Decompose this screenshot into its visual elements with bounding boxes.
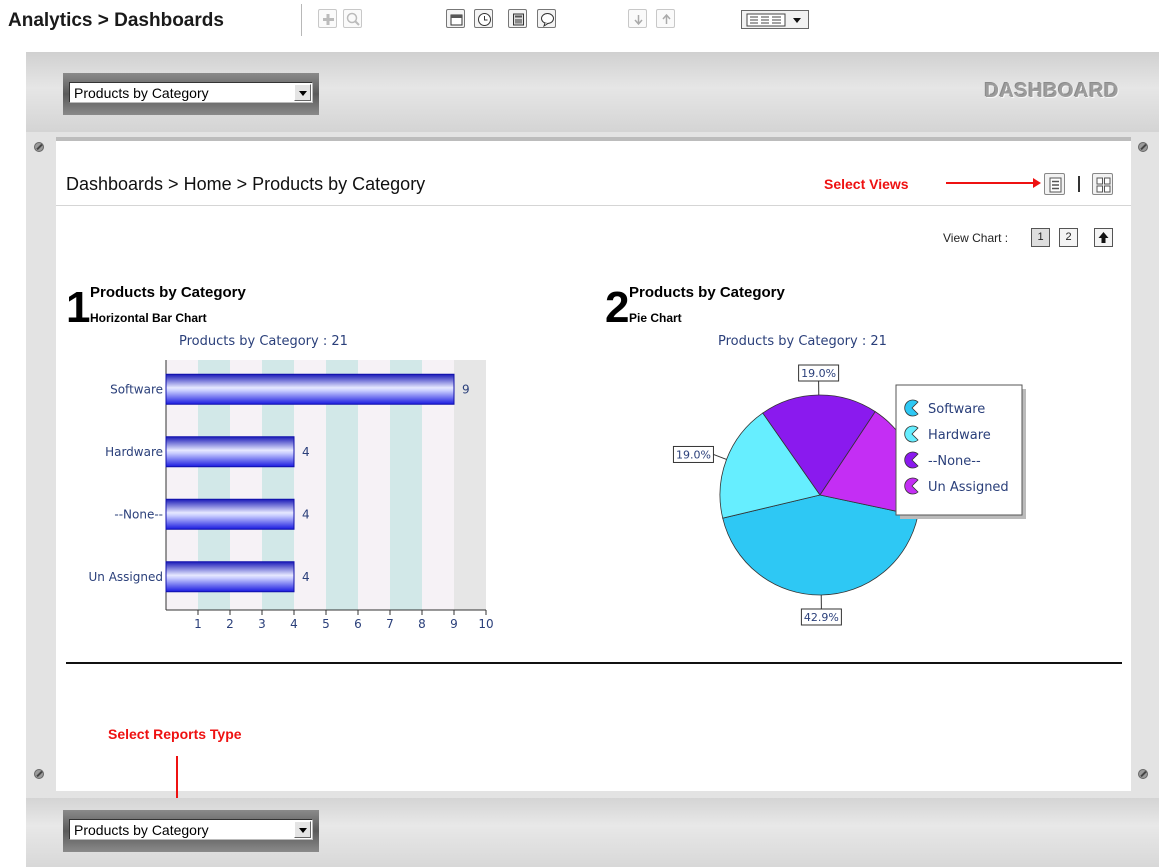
bar [165,561,295,593]
screw-icon [34,142,44,152]
bar-value-label: 4 [302,570,310,584]
bar [165,373,455,405]
bar-value-label: 4 [302,507,310,521]
chart-1-title: Products by Category [90,284,246,301]
app-title: Analytics > Dashboards [8,10,224,31]
screw-icon [1138,142,1148,152]
x-tick-label: 7 [386,617,394,631]
section-divider [66,662,1122,664]
category-label: Un Assigned [89,570,163,584]
x-tick-label: 6 [354,617,362,631]
bar-chart-title: Products by Category : 21 [179,334,348,349]
calculator-icon[interactable] [508,9,527,28]
select-reports-annotation: Select Reports Type [108,726,242,742]
category-label: Software [110,382,163,396]
comment-icon[interactable] [537,9,556,28]
pie-label: 19.0% [801,367,836,380]
screw-icon [1138,769,1148,779]
chart-2-title: Products by Category [629,284,785,301]
bar-value-label: 9 [462,382,470,396]
legend-label: --None-- [928,454,981,469]
grid-view-icon[interactable] [1092,173,1113,195]
dashboard-wordmark: DASHBOARD [984,80,1119,102]
chart-2-number: 2 [605,283,630,332]
chart-1-number: 1 [66,283,91,332]
chart-2-subtitle: Pie Chart [629,311,682,325]
clock-icon[interactable] [474,9,493,28]
pie-label: 42.9% [804,611,839,624]
breadcrumb-divider [56,205,1131,206]
add-icon[interactable] [318,9,337,28]
legend-label: Un Assigned [928,480,1009,495]
toolbar-separator [301,4,302,36]
calendar-icon[interactable] [446,9,465,28]
category-label: Hardware [105,445,163,459]
scroll-top-icon[interactable] [1094,228,1113,247]
columns-menu-icon[interactable] [741,10,809,29]
report-type-dropdown[interactable]: Products by Category [69,819,313,840]
x-tick-label: 9 [450,617,458,631]
arrow-right-icon [946,178,1041,188]
x-tick-label: 3 [258,617,266,631]
move-down-icon[interactable] [628,9,647,28]
x-tick-label: 2 [226,617,234,631]
bar [165,436,295,468]
report-select-header[interactable]: Products by Category [63,73,319,115]
list-view-icon[interactable] [1044,173,1065,195]
x-tick-label: 1 [194,617,202,631]
view-chart-page-1[interactable]: 1 [1031,228,1050,247]
view-chart-label: View Chart : [943,231,1009,245]
screw-icon [34,769,44,779]
report-dropdown[interactable]: Products by Category [69,82,313,103]
bar [165,498,295,530]
view-chart-page-2[interactable]: 2 [1059,228,1078,247]
chevron-down-icon[interactable] [294,84,311,101]
dashboard-page: Analytics > Dashboards Products by Categ… [0,0,1159,867]
select-views-annotation: Select Views [824,176,909,192]
chevron-down-icon[interactable] [294,821,311,838]
view-separator [1078,176,1080,192]
x-tick-label: 8 [418,617,426,631]
chart-1-subtitle: Horizontal Bar Chart [90,311,207,325]
legend-label: Hardware [928,428,991,443]
report-type-dropdown-value: Products by Category [74,822,209,838]
bar-chart: 1 2 3 4 5 6 7 8 9 10 Software 9 Hardware 4 --None-- 4 Un… [89,360,494,631]
x-tick-label: 10 [478,617,493,631]
search-icon[interactable] [343,9,362,28]
report-dropdown-value: Products by Category [74,85,209,101]
pie-leader-line [713,453,727,460]
app-toolbar: Analytics > Dashboards [0,0,1159,44]
bar-value-label: 4 [302,445,310,459]
legend-label: Software [928,402,985,417]
pie-chart: 42.9% 19.0% 19.0% Software Hardware --None-- U… [672,364,1026,626]
x-tick-label: 5 [322,617,330,631]
pie-chart-title: Products by Category : 21 [718,334,887,349]
pie-label: 19.0% [676,448,711,461]
category-label: --None-- [114,507,163,521]
x-tick-label: 4 [290,617,298,631]
move-up-icon[interactable] [656,9,675,28]
breadcrumb: Dashboards > Home > Products by Category [66,174,426,194]
grid-band [454,360,486,610]
report-select-footer[interactable]: Products by Category [63,810,319,852]
